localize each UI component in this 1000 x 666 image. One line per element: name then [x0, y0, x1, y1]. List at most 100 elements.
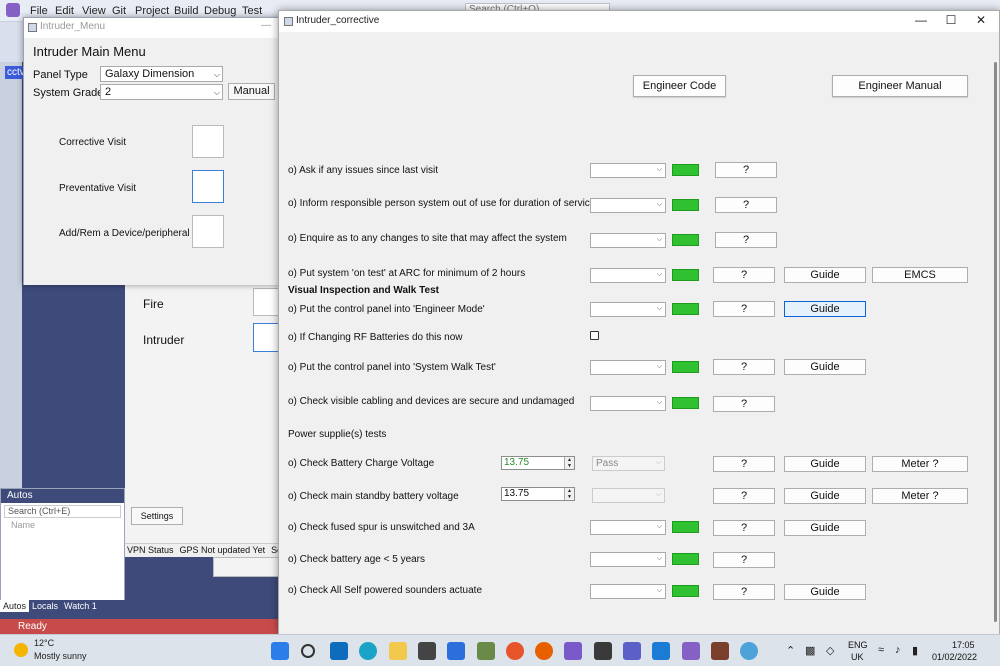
vs-menu-build[interactable]: Build	[174, 5, 198, 17]
guide-button[interactable]: Guide	[784, 359, 866, 375]
start-icon[interactable]	[271, 642, 289, 660]
app-icon[interactable]	[418, 642, 436, 660]
help-button[interactable]: ?	[715, 197, 777, 213]
main-body: Engineer Code Engineer Manual o) Ask if …	[279, 32, 999, 635]
rf-batteries-checkbox[interactable]	[590, 331, 599, 340]
vertical-scrollbar[interactable]	[992, 32, 999, 635]
region-indicator[interactable]: UK	[851, 652, 864, 662]
search-icon[interactable]	[301, 644, 315, 658]
app-icon[interactable]	[564, 642, 582, 660]
app-icon[interactable]	[594, 642, 612, 660]
app-icon[interactable]	[652, 642, 670, 660]
sun-cloud-icon[interactable]	[14, 643, 28, 657]
edge-icon[interactable]	[359, 642, 377, 660]
fused-spur-select[interactable]: ⌵	[590, 520, 666, 535]
intruder-corrective-window: Intruder_corrective — ☐ ✕ Engineer Code …	[278, 10, 1000, 635]
tab-autos[interactable]: Autos	[0, 600, 30, 612]
spinner-arrows-icon[interactable]: ▲ ▼	[564, 457, 574, 469]
file-explorer-icon[interactable]	[389, 642, 407, 660]
battery-charge-result-select[interactable]: Pass ⌵	[592, 456, 665, 471]
vs-menu-test[interactable]: Test	[242, 5, 262, 17]
minimize-icon[interactable]: —	[906, 13, 936, 27]
standby-result-select[interactable]: ⌵	[592, 488, 665, 503]
panel-type-select[interactable]: Galaxy Dimension ⌵	[100, 66, 223, 82]
scrollbar-thumb[interactable]	[994, 62, 997, 622]
help-button[interactable]: ?	[713, 267, 775, 283]
tray-icon[interactable]: ▩	[805, 644, 815, 657]
battery-icon[interactable]: ▮	[912, 644, 918, 657]
guide-button[interactable]: Guide	[784, 520, 866, 536]
meter-button[interactable]: Meter ?	[872, 456, 968, 472]
help-button[interactable]: ?	[713, 396, 775, 412]
todo-icon[interactable]	[447, 642, 465, 660]
volume-icon[interactable]: ♪	[895, 644, 901, 656]
guide-button[interactable]: Guide	[784, 456, 866, 472]
vs-menu-view[interactable]: View	[82, 5, 106, 17]
guide-button[interactable]: Guide	[784, 267, 866, 283]
add-remove-device-button[interactable]	[192, 215, 224, 248]
corrective-visit-button[interactable]	[192, 125, 224, 158]
wifi-icon[interactable]: ≈	[878, 644, 884, 656]
on-test-select[interactable]: ⌵	[590, 268, 666, 283]
vs-menu-project[interactable]: Project	[135, 5, 169, 17]
clock-date[interactable]: 01/02/2022	[932, 652, 977, 662]
issues-select[interactable]: ⌵	[590, 163, 666, 178]
minimize-icon[interactable]: —	[261, 20, 271, 31]
outlook-icon[interactable]	[330, 642, 348, 660]
intruder-button[interactable]	[253, 323, 280, 352]
battery-age-select[interactable]: ⌵	[590, 552, 666, 567]
sounders-select[interactable]: ⌵	[590, 584, 666, 599]
help-button[interactable]: ?	[713, 520, 775, 536]
vs-menu-file[interactable]: File	[30, 5, 48, 17]
guide-button[interactable]: Guide	[784, 584, 866, 600]
preventative-visit-button[interactable]	[192, 170, 224, 203]
standby-voltage-input[interactable]: 13.75 ▲ ▼	[501, 487, 575, 501]
app-icon[interactable]	[740, 642, 758, 660]
help-button[interactable]: ?	[713, 359, 775, 375]
cabling-select[interactable]: ⌵	[590, 396, 666, 411]
settings-button[interactable]: Settings	[131, 507, 183, 525]
vs-menu-debug[interactable]: Debug	[204, 5, 236, 17]
app-icon[interactable]	[506, 642, 524, 660]
tray-icon[interactable]: ◇	[826, 644, 834, 657]
manual-button[interactable]: Manual	[228, 83, 275, 100]
help-button[interactable]: ?	[713, 552, 775, 568]
guide-button[interactable]: Guide	[784, 301, 866, 317]
meter-button[interactable]: Meter ?	[872, 488, 968, 504]
engineer-code-button[interactable]: Engineer Code	[633, 75, 726, 97]
guide-button[interactable]: Guide	[784, 488, 866, 504]
help-button[interactable]: ?	[713, 456, 775, 472]
tab-watch-1[interactable]: Watch 1	[61, 600, 100, 612]
help-button[interactable]: ?	[715, 162, 777, 178]
vs-menu-edit[interactable]: Edit	[55, 5, 74, 17]
spinner-arrows-icon[interactable]: ▲ ▼	[564, 488, 574, 500]
visual-studio-icon[interactable]	[682, 642, 700, 660]
vs-menu-git[interactable]: Git	[112, 5, 126, 17]
walk-test-select[interactable]: ⌵	[590, 360, 666, 375]
help-button[interactable]: ?	[713, 488, 775, 504]
language-indicator[interactable]: ENG	[848, 640, 868, 650]
system-grade-select[interactable]: 2 ⌵	[100, 84, 223, 100]
status-indicator	[672, 553, 699, 565]
close-icon[interactable]: ✕	[966, 13, 996, 27]
fire-button[interactable]	[253, 288, 280, 316]
emcs-button[interactable]: EMCS	[872, 267, 968, 283]
autos-search-input[interactable]: Search (Ctrl+E)	[4, 505, 121, 518]
engineer-manual-button[interactable]: Engineer Manual	[832, 75, 968, 97]
help-button[interactable]: ?	[713, 584, 775, 600]
help-button[interactable]: ?	[713, 301, 775, 317]
maximize-icon[interactable]: ☐	[936, 13, 966, 27]
background-app-window: Fire Intruder Settings VPN Status GPS Not…	[125, 285, 280, 557]
app-icon[interactable]	[711, 642, 729, 660]
tab-locals[interactable]: Locals	[29, 600, 61, 612]
engineer-mode-select[interactable]: ⌵	[590, 302, 666, 317]
inform-select[interactable]: ⌵	[590, 198, 666, 213]
site-changes-select[interactable]: ⌵	[590, 233, 666, 248]
chevron-up-icon[interactable]: ⌃	[786, 644, 795, 657]
clock-time[interactable]: 17:05	[952, 640, 975, 650]
battery-charge-voltage-input[interactable]: 13.75 ▲ ▼	[501, 456, 575, 470]
firefox-icon[interactable]	[535, 642, 553, 660]
app-icon[interactable]	[477, 642, 495, 660]
teams-icon[interactable]	[623, 642, 641, 660]
help-button[interactable]: ?	[715, 232, 777, 248]
